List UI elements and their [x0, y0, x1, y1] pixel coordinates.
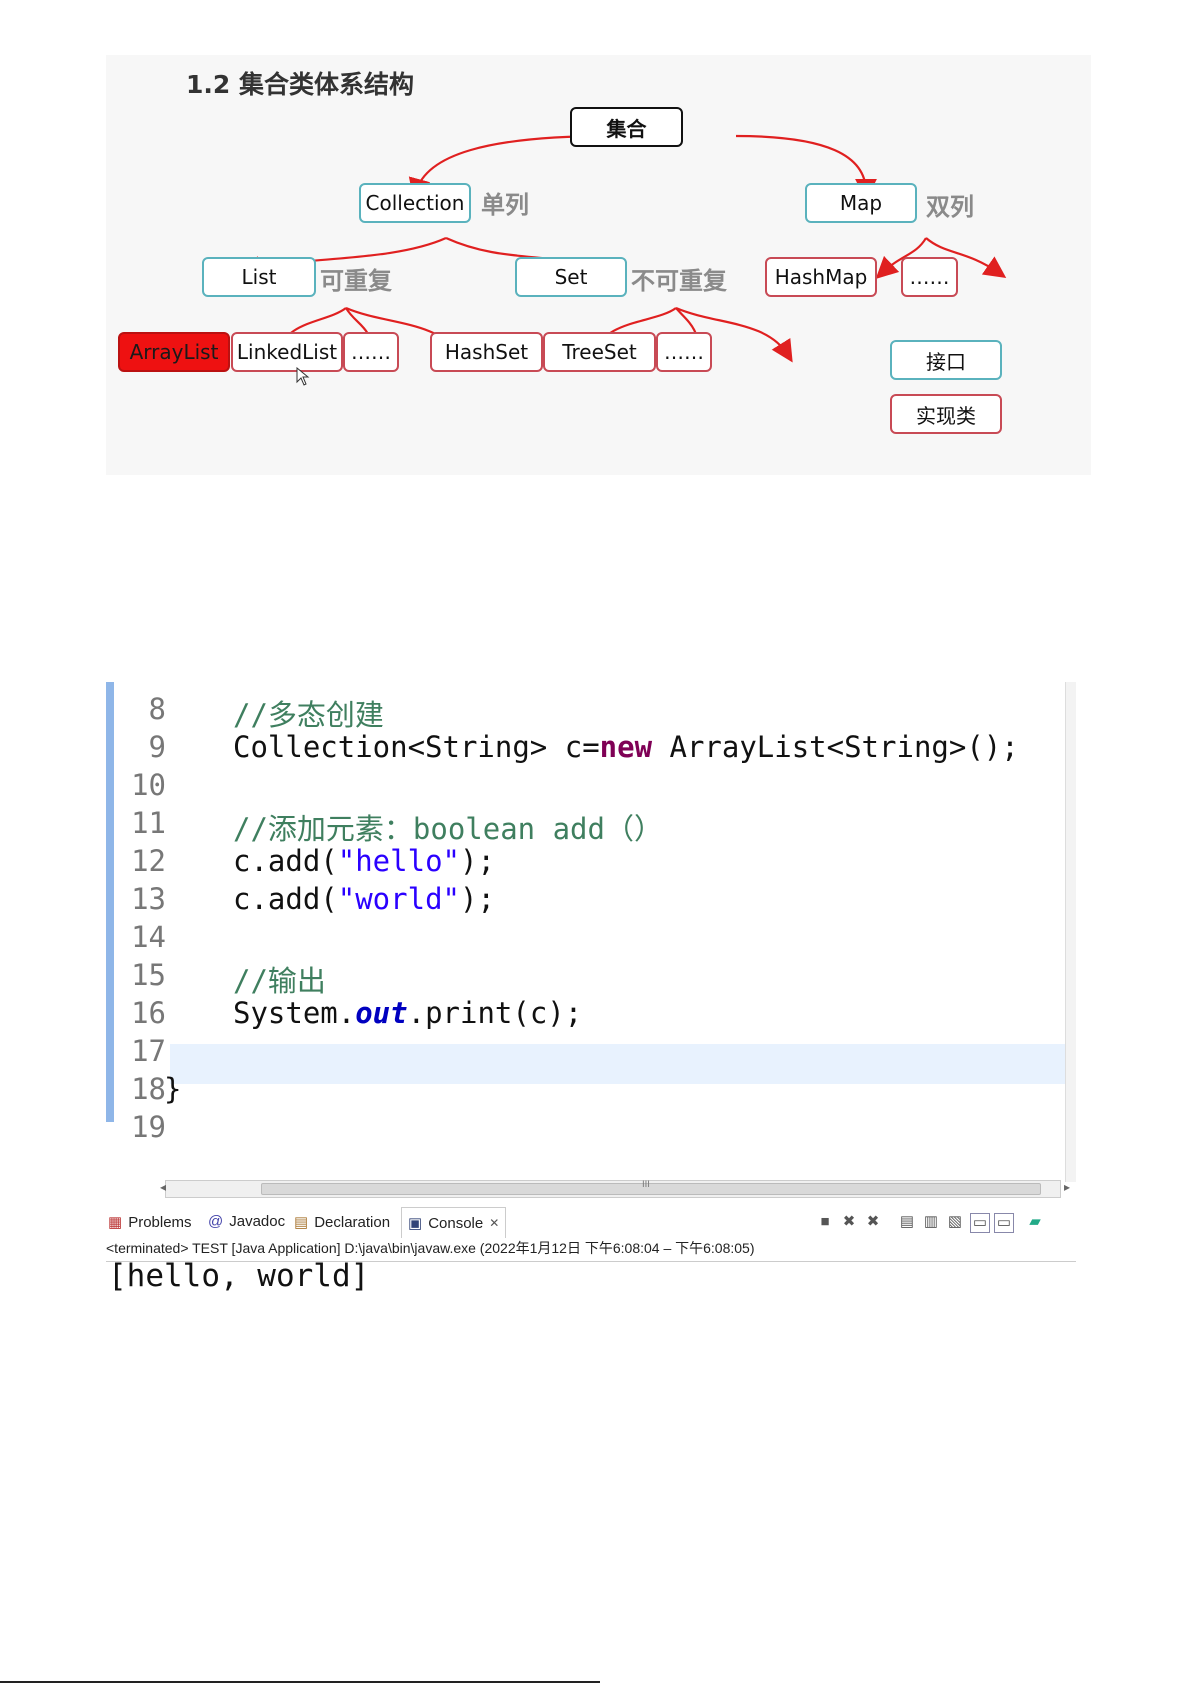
pin-console-icon[interactable]: ▰ [1026, 1213, 1044, 1231]
line-number-gutter: · 8 9 10 11 12 13 14 15 16 17 18 19 [116, 682, 186, 1182]
legend-implementation: 实现类 [890, 394, 1002, 434]
code-line-18[interactable]: } [164, 1072, 181, 1106]
legend-interface: 接口 [890, 340, 1002, 380]
console-output[interactable]: [hello, world] [108, 1258, 369, 1294]
root-node: 集合 [570, 107, 683, 147]
scroll-left-icon[interactable]: ◂ [160, 1180, 166, 1194]
tab-label: Declaration [314, 1213, 391, 1231]
diagram-title: 1.2 集合类体系结构 [186, 70, 414, 99]
hashmap-node: HashMap [765, 257, 877, 297]
line-number: 10 [131, 768, 166, 802]
close-icon[interactable]: ✕ [489, 1216, 499, 1230]
double-column-tag: 双列 [926, 193, 974, 221]
string-literal: "world" [337, 882, 460, 916]
code-line-15[interactable]: //输出 [233, 958, 326, 1000]
code-line-16[interactable]: System.out.print(c); [233, 996, 582, 1030]
line-number: 15 [131, 958, 166, 992]
tab-declaration[interactable]: ▤ Declaration [294, 1213, 391, 1232]
remove-launch-icon[interactable]: ✖ [840, 1213, 858, 1231]
problems-icon: ▦ [108, 1214, 123, 1231]
string-literal: "hello" [337, 844, 460, 878]
code-line-9[interactable]: Collection<String> c=new ArrayList<Strin… [233, 730, 1019, 764]
scroll-right-icon[interactable]: ▸ [1064, 1180, 1070, 1194]
non-repeatable-tag: 不可重复 [631, 267, 727, 295]
list-node: List [202, 257, 316, 297]
clear-console-icon[interactable]: ▤ [898, 1213, 916, 1231]
line-number: 8 [148, 692, 166, 726]
console-icon: ▣ [408, 1215, 423, 1232]
keyword-new: new [599, 730, 653, 764]
tab-label: Console [428, 1214, 484, 1232]
tab-problems[interactable]: ▦ Problems [108, 1213, 192, 1232]
code-text: ); [459, 844, 495, 878]
list-more-node: …… [343, 332, 399, 372]
collection-node: Collection [359, 183, 471, 223]
tab-javadoc[interactable]: @ Javadoc [208, 1213, 285, 1230]
scroll-lock-icon[interactable]: ▥ [922, 1213, 940, 1231]
word-wrap-icon[interactable]: ▧ [946, 1213, 964, 1231]
code-text: c.add( [233, 882, 338, 916]
code-text: Collection<String> c= [233, 730, 600, 764]
treeset-node: TreeSet [543, 332, 656, 372]
current-line-highlight [170, 1044, 1072, 1084]
tab-console[interactable]: ▣ Console ✕ [401, 1207, 507, 1238]
field-out: out [355, 996, 408, 1030]
map-node: Map [805, 183, 917, 223]
show-on-stdout-icon[interactable]: ▭ [970, 1213, 990, 1233]
linkedlist-node: LinkedList [231, 332, 343, 372]
code-line-11[interactable]: //添加元素：boolean add（） [233, 806, 663, 848]
declaration-icon: ▤ [294, 1214, 309, 1231]
line-number: 11 [131, 806, 166, 840]
code-text: ArrayList<String>(); [652, 730, 1019, 764]
line-number: 13 [131, 882, 166, 916]
scrollbar-thumb[interactable]: III [261, 1180, 1041, 1195]
scroll-grip: III [642, 1180, 650, 1190]
line-number: 16 [131, 996, 166, 1030]
remove-all-icon[interactable]: ✖ [864, 1213, 882, 1231]
code-line-13[interactable]: c.add("world"); [233, 882, 495, 916]
show-on-stderr-icon[interactable]: ▭ [994, 1213, 1014, 1233]
code-line-8[interactable]: //多态创建 [233, 692, 384, 734]
line-number: 17 [131, 1034, 166, 1068]
collection-hierarchy-diagram: 1.2 集合类体系结构 集合 Collection 单列 Map 双列 List… [106, 55, 1091, 475]
code-text: System. [233, 996, 356, 1030]
code-text: .print(c); [407, 996, 583, 1030]
view-tab-bar: ▦ Problems @ Javadoc ▤ Declaration ▣ Console… [106, 1207, 1076, 1238]
hashset-node: HashSet [430, 332, 543, 372]
line-number: 19 [131, 1110, 166, 1144]
code-line-12[interactable]: c.add("hello"); [233, 844, 495, 878]
vertical-scrollbar[interactable] [1065, 682, 1076, 1182]
map-more-node: …… [901, 257, 958, 297]
single-column-tag: 单列 [481, 191, 529, 219]
line-number: 12 [131, 844, 166, 878]
code-text: c.add( [233, 844, 338, 878]
tab-label: Javadoc [229, 1213, 286, 1230]
code-editor[interactable]: · 8 9 10 11 12 13 14 15 16 17 18 19 //多态… [106, 682, 1076, 1182]
set-node: Set [515, 257, 627, 297]
horizontal-scrollbar[interactable]: ◂ III ▸ [160, 1180, 1070, 1198]
line-number: 9 [148, 730, 166, 764]
line-number: 18 [131, 1072, 166, 1106]
repeatable-tag: 可重复 [320, 267, 392, 295]
tab-label: Problems [128, 1213, 192, 1231]
code-text: ); [459, 882, 495, 916]
change-ruler [106, 682, 114, 1122]
set-more-node: …… [656, 332, 712, 372]
mouse-cursor-icon [296, 367, 310, 386]
javadoc-icon: @ [208, 1213, 224, 1230]
page-bottom-rule [0, 1681, 600, 1683]
line-number: 14 [131, 920, 166, 954]
arraylist-node: ArrayList [118, 332, 230, 372]
terminate-icon[interactable]: ■ [816, 1213, 834, 1231]
